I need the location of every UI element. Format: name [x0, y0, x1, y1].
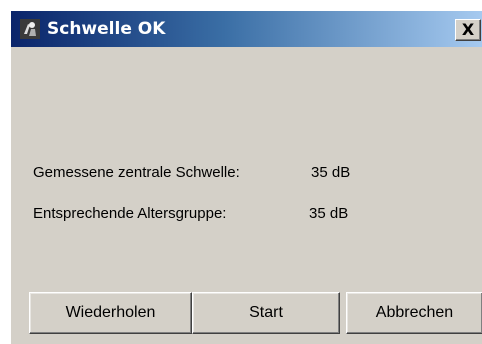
title-bar[interactable]: Schwelle OK X — [11, 11, 482, 47]
age-group-label: Entsprechende Altersgruppe: — [33, 205, 227, 222]
cancel-button[interactable]: Abbrechen — [346, 292, 482, 334]
age-group-row: Entsprechende Altersgruppe: 35 dB — [33, 204, 433, 224]
repeat-button[interactable]: Wiederholen — [29, 292, 192, 334]
speaker-person-icon — [20, 19, 40, 39]
threshold-value: 35 dB — [311, 164, 351, 181]
threshold-row: Gemessene zentrale Schwelle: 35 dB — [33, 163, 433, 183]
dialog-window: Schwelle OK X Gemessene zentrale Schwell… — [10, 10, 482, 344]
close-button[interactable]: X — [455, 19, 481, 41]
window-title: Schwelle OK — [47, 19, 166, 39]
age-group-value: 35 dB — [309, 205, 349, 222]
threshold-label: Gemessene zentrale Schwelle: — [33, 164, 240, 181]
start-button[interactable]: Start — [192, 292, 340, 334]
